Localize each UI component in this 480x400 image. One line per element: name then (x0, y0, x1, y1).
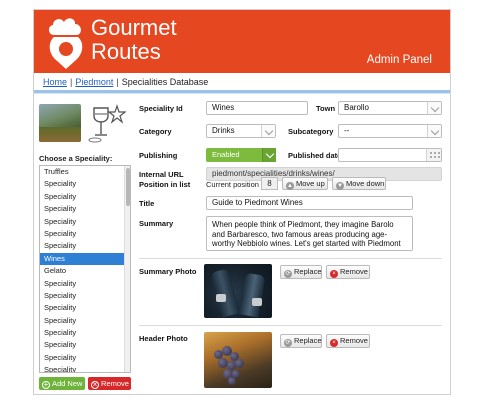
close-icon: × (91, 380, 99, 389)
list-item[interactable]: Speciality (40, 278, 130, 290)
calendar-icon[interactable] (426, 149, 441, 161)
move-down-label: Move down (346, 179, 385, 188)
close-icon: × (330, 270, 338, 278)
category-select[interactable]: Drinks (206, 124, 276, 138)
admin-frame: Gourmet Routes Admin Panel Home | Piedmont… (33, 9, 451, 395)
published-date-input[interactable] (338, 148, 442, 162)
list-item[interactable]: Speciality (40, 364, 130, 372)
chevron-down-icon (427, 125, 441, 137)
list-item[interactable]: Speciality (40, 216, 130, 228)
town-select[interactable]: Barollo (338, 101, 442, 115)
header-photo-label: Header Photo (139, 334, 188, 343)
current-position-label: Current position (206, 180, 259, 189)
brand-name: Gourmet Routes (91, 16, 177, 64)
list-item[interactable]: Speciality (40, 290, 130, 302)
plus-icon: + (42, 380, 50, 389)
header-photo-replace-button[interactable]: ⟳ Replace (280, 334, 322, 348)
remove-label: Remove (340, 336, 368, 345)
summary-photo-remove-button[interactable]: × Remove (326, 265, 370, 279)
publishing-label: Publishing (139, 151, 178, 160)
list-item[interactable]: Speciality (40, 228, 130, 240)
list-item[interactable]: Speciality (40, 302, 130, 314)
chevron-down-icon (262, 148, 276, 162)
title-label: Title (139, 199, 155, 208)
list-scrollbar-thumb[interactable] (126, 168, 130, 206)
wine-glass-thumbnail (39, 104, 81, 142)
summary-photo-label: Summary Photo (139, 267, 197, 276)
summary-label: Summary (139, 219, 174, 228)
arrow-up-icon: ▲ (286, 182, 294, 190)
summary-photo-image (204, 264, 272, 318)
brand-line-1: Gourmet (91, 15, 177, 40)
list-item[interactable]: Speciality (40, 327, 130, 339)
speciality-list[interactable]: Truffles Speciality Speciality Speciality Sp… (39, 165, 131, 373)
admin-panel-title: Admin Panel (366, 54, 432, 66)
list-item[interactable]: Speciality (40, 240, 130, 252)
arrow-down-icon: ▼ (336, 182, 344, 190)
brand-line-2: Routes (91, 39, 161, 64)
list-item[interactable]: Speciality (40, 203, 130, 215)
section-divider (139, 325, 442, 326)
breadcrumb-separator: | (70, 77, 73, 87)
list-item[interactable]: Speciality (40, 339, 130, 351)
subcategory-select[interactable]: -- (338, 124, 442, 138)
title-input[interactable]: Guide to Piedmont Wines (206, 196, 413, 210)
replace-label: Replace (294, 267, 322, 276)
town-value: Barollo (344, 103, 369, 112)
chevron-down-icon (427, 102, 441, 114)
close-icon: × (330, 339, 338, 347)
subcategory-label: Subcategory (288, 127, 334, 136)
speciality-id-input[interactable]: Wines (206, 101, 308, 115)
remove-speciality-button[interactable]: × Remove (88, 377, 131, 390)
list-item[interactable]: Speciality (40, 315, 130, 327)
section-divider (139, 258, 442, 259)
summary-textarea[interactable]: When people think of Piedmont, they imag… (206, 216, 413, 251)
choose-speciality-label: Choose a Speciality: (39, 154, 113, 163)
list-item[interactable]: Gelato (40, 265, 130, 277)
breadcrumb: Home | Piedmont | Specialities Database (43, 77, 208, 87)
publishing-value: Enabled (212, 150, 240, 159)
list-item[interactable]: Speciality (40, 352, 130, 364)
replace-label: Replace (294, 336, 322, 345)
breadcrumb-piedmont-link[interactable]: Piedmont (75, 77, 113, 87)
list-item[interactable]: Wines (40, 252, 130, 266)
internal-url-label: Internal URL (139, 170, 184, 179)
current-position-value: 8 (261, 177, 278, 190)
list-item[interactable]: Speciality (40, 178, 130, 190)
chevron-down-icon (261, 125, 275, 137)
replace-icon: ⟳ (284, 270, 292, 278)
remove-label: Remove (101, 379, 129, 388)
published-date-label: Published date: (288, 151, 344, 160)
position-label: Position in list (139, 180, 191, 189)
move-down-button[interactable]: ▼ Move down (332, 177, 386, 190)
list-scrollbar[interactable] (124, 166, 130, 372)
speciality-id-label: Speciality Id (139, 104, 183, 113)
move-up-label: Move up (296, 179, 325, 188)
chef-hat-pin-logo-icon (48, 18, 83, 69)
remove-label: Remove (340, 267, 368, 276)
app-header: Gourmet Routes Admin Panel (34, 10, 450, 73)
town-label: Town (316, 104, 336, 113)
move-up-button[interactable]: ▲ Move up (282, 177, 328, 190)
category-value: Drinks (212, 126, 235, 135)
summary-photo-replace-button[interactable]: ⟳ Replace (280, 265, 322, 279)
subcategory-value: -- (344, 126, 350, 135)
list-item[interactable]: Speciality (40, 191, 130, 203)
add-new-button[interactable]: + Add New (39, 377, 85, 390)
add-new-label: Add New (52, 379, 83, 388)
header-photo-remove-button[interactable]: × Remove (326, 334, 370, 348)
header-photo-image (204, 332, 272, 388)
replace-icon: ⟳ (284, 339, 292, 347)
breadcrumb-divider-shadow (34, 93, 450, 94)
breadcrumb-current: Specialities Database (121, 77, 209, 87)
publishing-select[interactable]: Enabled (206, 148, 276, 162)
list-item[interactable]: Truffles (40, 166, 130, 178)
breadcrumb-home-link[interactable]: Home (43, 77, 67, 87)
breadcrumb-separator: | (116, 77, 119, 87)
wine-glass-star-icon (88, 104, 126, 143)
category-label: Category (139, 127, 172, 136)
